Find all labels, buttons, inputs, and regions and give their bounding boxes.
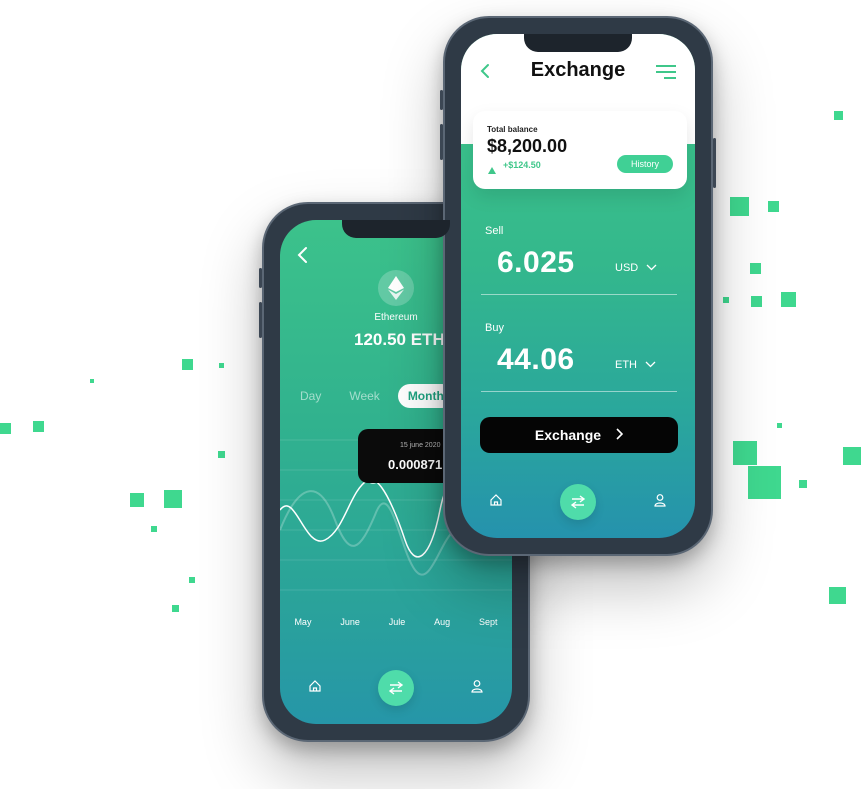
chevron-down-icon — [646, 262, 657, 274]
sell-label: Sell — [485, 225, 504, 237]
buy-currency-select[interactable]: ETH — [615, 359, 656, 371]
month-label: May — [294, 617, 312, 627]
exchange-icon[interactable] — [378, 670, 414, 706]
decor-square — [218, 451, 225, 458]
tab-week[interactable]: Week — [339, 384, 389, 408]
bottom-nav — [280, 670, 512, 706]
decor-square — [723, 297, 729, 303]
divider — [481, 391, 677, 392]
arrow-up-icon — [488, 161, 496, 179]
phone-notch — [524, 34, 632, 52]
chevron-right-icon — [615, 427, 624, 443]
decor-square — [130, 493, 144, 507]
decor-square — [90, 379, 94, 383]
chevron-down-icon — [645, 359, 656, 371]
sell-amount-input[interactable]: 6.025 — [497, 246, 575, 280]
decor-square — [219, 363, 224, 368]
month-label: Sept — [479, 617, 498, 627]
balance-amount: $8,200.00 — [487, 136, 568, 156]
decor-square — [843, 447, 861, 465]
phone-exchange: Exchange Total balance $8,200.00 +$124.5… — [440, 16, 716, 556]
home-icon[interactable] — [489, 493, 503, 512]
decor-square — [781, 292, 796, 307]
buy-currency: ETH — [615, 359, 637, 371]
tab-day[interactable]: Day — [290, 384, 331, 408]
decor-square — [834, 111, 843, 120]
decor-square — [750, 263, 761, 274]
balance-change: +$124.50 — [503, 160, 541, 170]
chevron-left-icon[interactable] — [296, 246, 310, 269]
decor-square — [829, 587, 846, 604]
decor-square — [730, 197, 749, 216]
balance-label: Total balance — [487, 125, 538, 134]
phone-side-button — [440, 124, 443, 160]
exchange-screen: Exchange Total balance $8,200.00 +$124.5… — [461, 34, 695, 538]
buy-label: Buy — [485, 322, 504, 334]
phone-notch — [342, 220, 450, 238]
exchange-button-label: Exchange — [534, 427, 602, 443]
decor-square — [0, 423, 11, 434]
phone-side-button — [713, 138, 716, 188]
buy-amount-input[interactable]: 44.06 — [497, 343, 575, 377]
sell-currency-select[interactable]: USD — [615, 262, 657, 274]
decor-square — [799, 480, 807, 488]
tooltip-value: 0.000871 — [388, 457, 443, 472]
decor-square — [768, 201, 779, 212]
decor-square — [151, 526, 157, 532]
month-label: June — [340, 617, 360, 627]
month-label: Aug — [434, 617, 451, 627]
phone-side-button — [259, 302, 262, 338]
month-axis: May June Jule Aug Sept — [280, 617, 512, 627]
phone-side-button — [259, 268, 262, 288]
decor-square — [164, 490, 182, 508]
decor-square — [733, 441, 757, 465]
range-tabs: Day Week Month — [290, 384, 454, 408]
tooltip-date: 15 june 2020 — [400, 442, 441, 449]
exchange-button[interactable]: Exchange — [480, 417, 678, 453]
decor-square — [172, 605, 179, 612]
decor-square — [748, 466, 781, 499]
history-button[interactable]: History — [617, 155, 673, 173]
ethereum-icon — [378, 270, 414, 306]
bottom-nav — [461, 484, 695, 520]
menu-icon[interactable] — [655, 64, 677, 85]
decor-square — [33, 421, 44, 432]
decor-square — [777, 423, 782, 428]
user-icon[interactable] — [653, 493, 667, 512]
sell-currency: USD — [615, 262, 639, 274]
divider — [481, 294, 677, 295]
balance-card: Total balance $8,200.00 +$124.50 History — [473, 111, 687, 189]
decor-square — [751, 296, 762, 307]
phone-side-button — [440, 90, 443, 110]
month-label: Jule — [388, 617, 406, 627]
exchange-icon[interactable] — [559, 484, 596, 520]
decor-square — [182, 359, 193, 370]
coin-amount: 120.50 ETH — [354, 330, 445, 349]
home-icon[interactable] — [308, 679, 322, 698]
decor-square — [189, 577, 195, 583]
user-icon[interactable] — [470, 679, 484, 698]
